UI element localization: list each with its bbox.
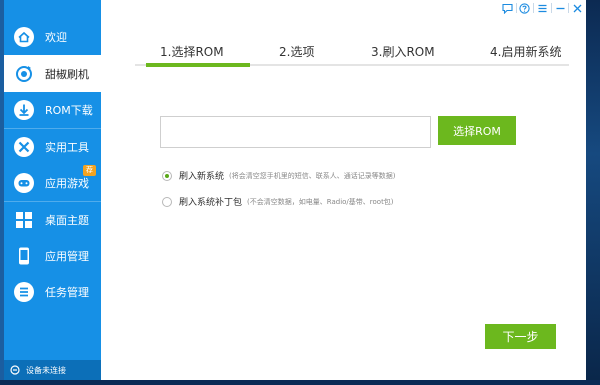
- home-icon: [13, 26, 35, 48]
- title-bar-controls: [499, 0, 586, 16]
- option-label: 刷入系统补丁包: [179, 198, 243, 208]
- help-icon[interactable]: [517, 0, 534, 16]
- step-3: 3.刷入ROM: [371, 45, 435, 59]
- sidebar-item-app-management[interactable]: 应用管理: [4, 237, 101, 274]
- sidebar-item-tools[interactable]: 实用工具: [4, 128, 101, 165]
- rom-path-input[interactable]: [160, 116, 431, 148]
- steps-progress-active: [146, 63, 250, 67]
- sidebar-item-label: 任务管理: [45, 285, 89, 299]
- link-icon: [10, 365, 20, 375]
- radio-dot: [165, 173, 169, 178]
- menu-icon[interactable]: [534, 0, 551, 16]
- select-rom-button[interactable]: 选择ROM: [438, 116, 516, 145]
- sidebar-item-themes[interactable]: 桌面主题: [4, 201, 101, 238]
- step-4: 4.启用新系统: [490, 45, 562, 59]
- option-hint: (将会清空您手机里的短信、联系人、通话记录等数据): [229, 171, 396, 180]
- list-icon: [13, 281, 35, 303]
- grid-icon: [13, 209, 35, 231]
- recommend-badge: 荐: [83, 165, 96, 176]
- app-window: 欢迎 甜椒刷机 ROM下载 实用工具 应用游戏 荐 桌面主题 应用管理 任务管理…: [4, 0, 586, 380]
- device-status: 设备未连接: [4, 360, 101, 380]
- radio-button-selected[interactable]: [162, 170, 172, 181]
- sidebar-item-flash[interactable]: 甜椒刷机: [4, 55, 101, 92]
- sidebar-item-label: 欢迎: [45, 30, 67, 44]
- next-step-button[interactable]: 下一步: [485, 324, 556, 349]
- minimize-icon[interactable]: [552, 0, 569, 16]
- sidebar-item-task-management[interactable]: 任务管理: [4, 273, 101, 310]
- sidebar-item-label: 甜椒刷机: [45, 67, 89, 81]
- device-status-text: 设备未连接: [26, 365, 66, 375]
- option-flash-patch[interactable]: 刷入系统补丁包 (不会清空数据，如电量、Radio/基带、root包): [162, 195, 394, 208]
- refresh-icon: [13, 63, 35, 85]
- step-2: 2.选项: [279, 45, 315, 59]
- option-hint: (不会清空数据，如电量、Radio/基带、root包): [247, 197, 394, 206]
- sidebar-item-label: ROM下载: [45, 103, 93, 117]
- download-icon: [13, 99, 35, 121]
- option-label: 刷入新系统: [179, 172, 225, 182]
- sidebar-item-label: 桌面主题: [45, 213, 89, 227]
- sidebar-item-welcome[interactable]: 欢迎: [4, 18, 101, 55]
- radio-button[interactable]: [162, 196, 172, 207]
- tools-icon: [13, 136, 35, 158]
- option-flash-new-system[interactable]: 刷入新系统 (将会清空您手机里的短信、联系人、通话记录等数据): [162, 169, 395, 182]
- sidebar-item-label: 应用管理: [45, 249, 89, 263]
- step-1: 1.选择ROM: [160, 45, 224, 59]
- close-icon[interactable]: [569, 0, 586, 16]
- sidebar: 欢迎 甜椒刷机 ROM下载 实用工具 应用游戏 荐 桌面主题 应用管理 任务管理…: [4, 0, 101, 380]
- gamepad-icon: [13, 172, 35, 194]
- desktop-background-right: [586, 0, 600, 385]
- taskbar-edge: [0, 380, 600, 385]
- sidebar-item-label: 实用工具: [45, 140, 89, 154]
- phone-icon: [13, 245, 35, 267]
- feedback-icon[interactable]: [499, 0, 516, 16]
- sidebar-item-rom-download[interactable]: ROM下载: [4, 91, 101, 128]
- sidebar-item-label: 应用游戏: [45, 176, 89, 190]
